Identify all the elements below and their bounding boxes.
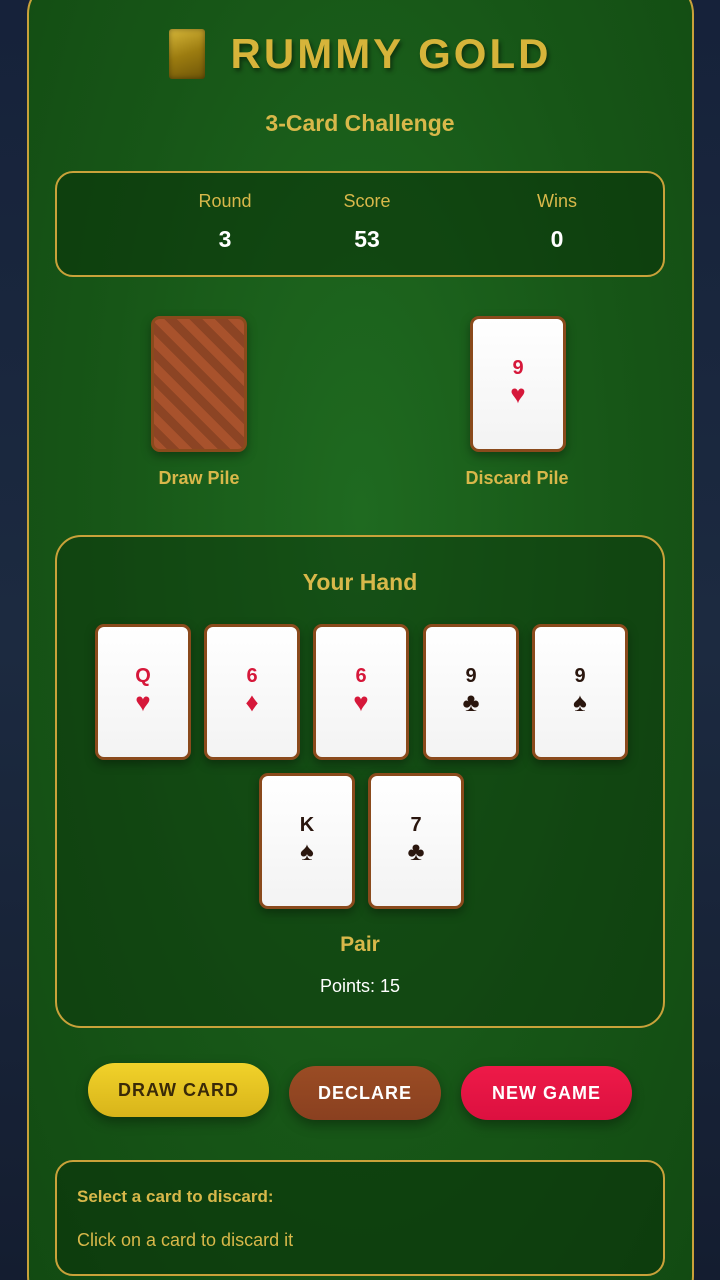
hand-card[interactable]: 6 ♦ [204, 624, 300, 760]
hand-card[interactable]: 7 ♣ [368, 773, 464, 909]
new-game-button[interactable]: NEW GAME [461, 1066, 632, 1120]
card-rank: 9 [465, 665, 477, 687]
heart-suit-icon: ♥ [353, 687, 369, 717]
heart-suit-icon: ♥ [510, 379, 526, 409]
discard-pile-card[interactable]: 9 ♥ [470, 316, 566, 452]
draw-pile-label: Draw Pile [158, 468, 240, 488]
stat-score: Score 53 [267, 173, 467, 253]
score-value: 53 [354, 226, 380, 252]
discard-pile-label: Discard Pile [465, 468, 569, 488]
card-rank: 9 [574, 665, 586, 687]
hand-panel: Your Hand Q ♥ 6 ♦ 6 ♥ 9 ♣ 9 ♠ K ♠ 7 ♣ Pair Points: 15 [55, 535, 665, 1028]
card-logo-icon [168, 29, 205, 79]
draw-card-button[interactable]: DRAW CARD [88, 1063, 269, 1117]
wins-label: Wins [537, 191, 577, 211]
hand-card[interactable]: K ♠ [259, 773, 355, 909]
hand-combo: Pair [340, 933, 380, 956]
app-title: RUMMY GOLD [230, 30, 552, 77]
wins-value: 0 [550, 226, 564, 252]
hand-card[interactable]: 6 ♥ [313, 624, 409, 760]
stat-wins: Wins 0 [457, 173, 657, 253]
heart-suit-icon: ♥ [135, 687, 151, 717]
diamond-suit-icon: ♦ [245, 687, 259, 717]
club-suit-icon: ♣ [407, 836, 425, 866]
draw-pile-card[interactable] [151, 316, 247, 452]
message-panel: Select a card to discard: Click on a car… [55, 1160, 665, 1276]
hand-title: Your Hand [302, 569, 418, 595]
hand-card[interactable]: 9 ♣ [423, 624, 519, 760]
card-rank: 7 [410, 814, 422, 836]
club-suit-icon: ♣ [462, 687, 480, 717]
message-text: Click on a card to discard it [77, 1230, 294, 1250]
game-subtitle: 3-Card Challenge [265, 110, 455, 136]
spade-suit-icon: ♠ [573, 687, 587, 717]
hand-card[interactable]: 9 ♠ [532, 624, 628, 760]
score-label: Score [343, 191, 391, 211]
hand-points: Points: 15 [319, 976, 401, 996]
card-rank: Q [135, 665, 151, 687]
hand-card[interactable]: Q ♥ [95, 624, 191, 760]
declare-button[interactable]: DECLARE [289, 1066, 441, 1120]
spade-suit-icon: ♠ [300, 836, 314, 866]
message-title: Select a card to discard: [77, 1187, 274, 1206]
header: RUMMY GOLD [0, 28, 720, 80]
card-rank: 6 [355, 665, 367, 687]
stats-panel: Round 3 Score 53 Wins 0 [55, 171, 665, 277]
card-rank: K [299, 814, 315, 836]
card-rank: 9 [512, 357, 524, 379]
card-rank: 6 [246, 665, 258, 687]
